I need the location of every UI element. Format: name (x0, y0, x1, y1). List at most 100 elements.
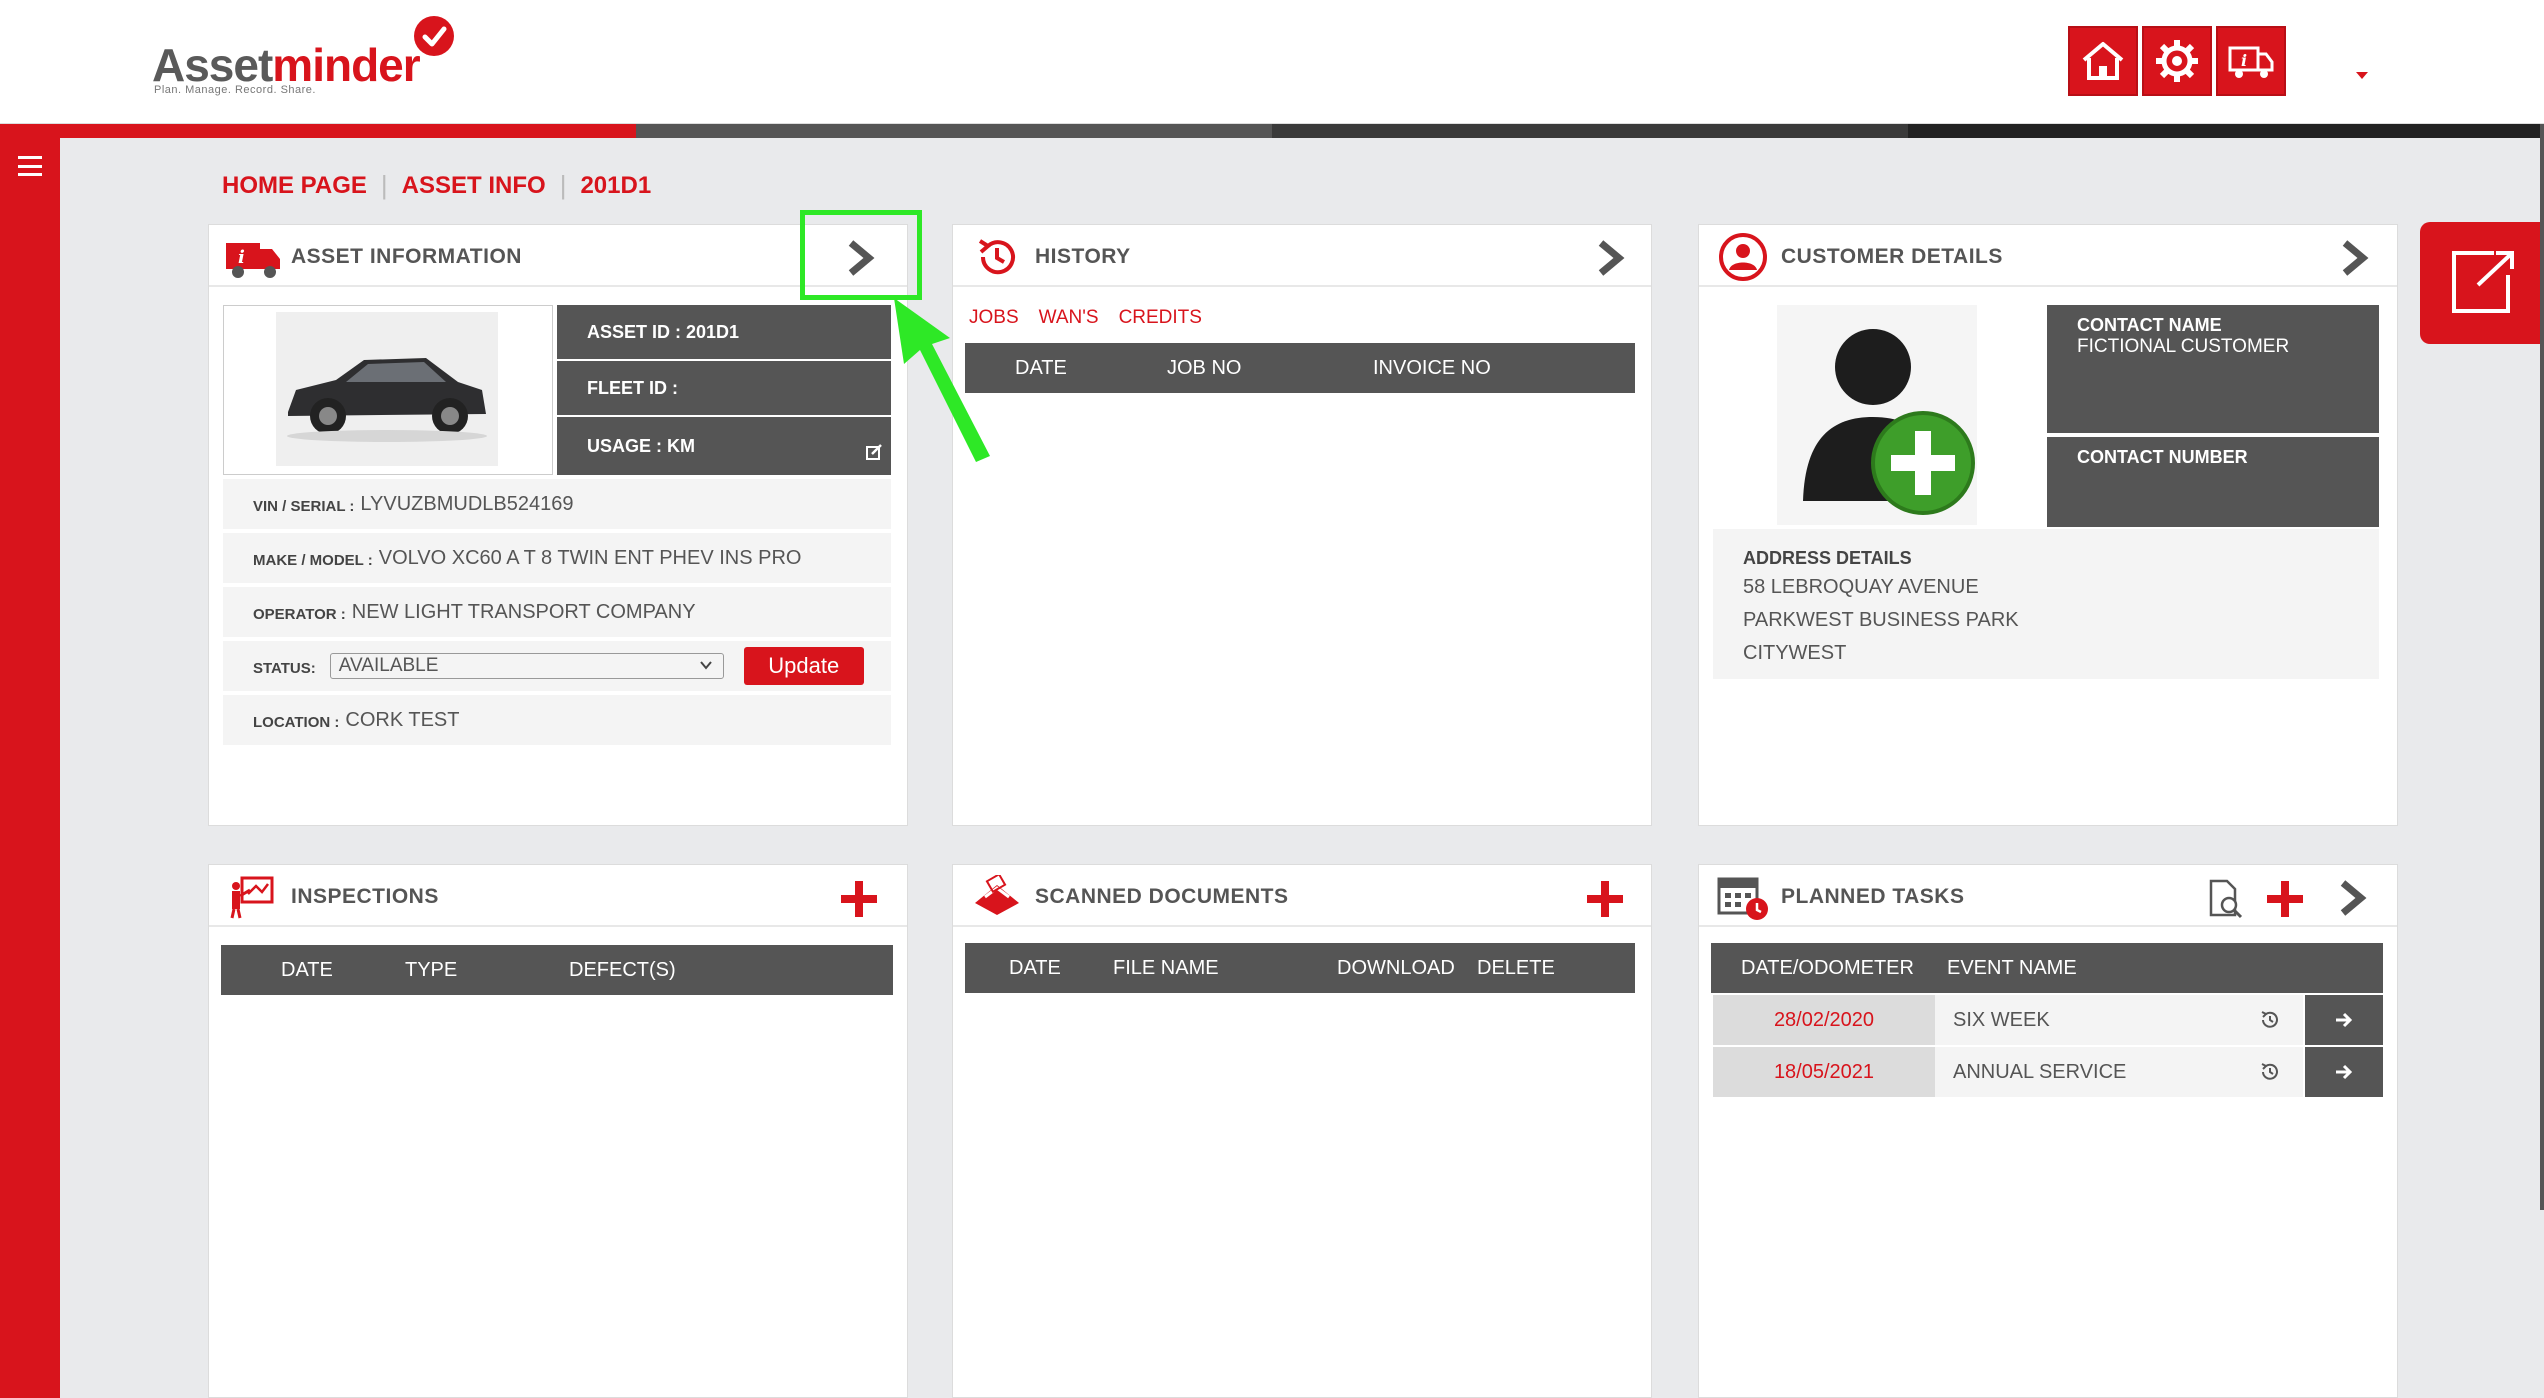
history-icon[interactable] (2259, 1009, 2281, 1031)
share-export-button[interactable] (2420, 222, 2544, 344)
usage-cell: USAGE : KM (557, 417, 891, 475)
panel-title: CUSTOMER DETAILS (1781, 245, 2003, 268)
operator-label: OPERATOR : (253, 605, 346, 623)
top-bar: Assetminder Plan. Manage. Record. Share.… (0, 0, 2544, 124)
chevron-right-icon[interactable] (1591, 239, 1629, 277)
make-value: VOLVO XC60 A T 8 TWIN ENT PHEV INS PRO (378, 546, 802, 569)
breadcrumb-separator: | (380, 170, 388, 200)
asset-information-panel: i ASSET INFORMATION ASSET ID : 201D1 FLE… (208, 224, 908, 826)
chevron-right-icon[interactable] (2335, 239, 2373, 277)
info-truck-icon[interactable]: i (2216, 26, 2286, 96)
vin-label: VIN / SERIAL : (253, 497, 355, 515)
update-button[interactable]: Update (743, 647, 864, 685)
sidebar (0, 138, 60, 1398)
usage: USAGE : KM (587, 436, 695, 456)
contact-name-cell: CONTACT NAME FICTIONAL CUSTOMER (2047, 305, 2379, 433)
panel-header: CUSTOMER DETAILS (1699, 225, 2397, 287)
panel-header: HISTORY (953, 225, 1651, 287)
vin-row: VIN / SERIAL : LYVUZBMUDLB524169 (223, 479, 891, 531)
status-value: AVAILABLE (338, 655, 439, 676)
column-header-date: DATE (281, 959, 333, 981)
highlight-box (800, 210, 922, 300)
planned-tasks-panel: PLANNED TASKS DATE/ODOMETER EVENT NAME 2… (1698, 864, 2398, 1398)
pointer-arrow-icon (894, 298, 990, 462)
table-row: 28/02/2020 SIX WEEK (1713, 995, 2383, 1045)
column-header-defects: DEFECT(S) (569, 959, 676, 981)
add-icon[interactable] (1585, 879, 1625, 919)
breadcrumb-home[interactable]: HOME PAGE (222, 172, 367, 200)
status-select[interactable]: AVAILABLE (329, 653, 724, 679)
add-icon[interactable] (2265, 879, 2305, 919)
address-label: ADDRESS DETAILS (1743, 548, 1912, 568)
inspections-table-header: DATE TYPE DEFECT(S) (221, 945, 893, 995)
arrow-right-icon[interactable] (2305, 1047, 2383, 1097)
task-event-name: ANNUAL SERVICE (1935, 1047, 2303, 1097)
arrow-right-icon[interactable] (2305, 995, 2383, 1045)
contact-name-value: FICTIONAL CUSTOMER (2077, 336, 2290, 357)
fleet-id-cell: FLEET ID : (557, 361, 891, 415)
settings-gear-icon[interactable] (2142, 26, 2212, 96)
scanned-documents-panel: SCANNED DOCUMENTS DATE FILE NAME DOWNLOA… (952, 864, 1652, 1398)
contact-number-label: CONTACT NUMBER (2077, 447, 2248, 467)
user-circle-icon (1713, 233, 1773, 281)
customer-avatar[interactable] (1713, 305, 2043, 525)
panel-title: HISTORY (1035, 245, 1131, 268)
column-header-date-odometer: DATE/ODOMETER (1741, 957, 1914, 979)
column-header-file-name: FILE NAME (1113, 957, 1219, 979)
hamburger-menu-icon[interactable] (18, 156, 42, 176)
search-document-icon[interactable] (2205, 877, 2245, 919)
column-header-job-no: JOB NO (1167, 357, 1242, 379)
checkmark-icon (414, 16, 454, 56)
asset-photo (223, 305, 553, 475)
inspection-board-icon (223, 873, 283, 921)
fleet-id: FLEET ID : (587, 378, 678, 398)
asset-id: ASSET ID : 201D1 (587, 322, 740, 342)
breadcrumb-asset-id[interactable]: 201D1 (580, 172, 651, 200)
column-header-date: DATE (1015, 357, 1067, 379)
task-event-label: SIX WEEK (1953, 1008, 2050, 1031)
column-header-delete: DELETE (1477, 957, 1555, 979)
documents-table-header: DATE FILE NAME DOWNLOAD DELETE (965, 943, 1635, 993)
make-label: MAKE / MODEL : (253, 551, 373, 569)
status-row: STATUS: AVAILABLE Update (223, 641, 891, 693)
assetminder-logo[interactable]: Assetminder Plan. Manage. Record. Share. (152, 16, 472, 106)
panel-title: ASSET INFORMATION (291, 245, 522, 268)
top-icon-bar: i (2068, 26, 2286, 96)
history-panel: HISTORY JOBS WAN'S CREDITS DATE JOB NO I… (952, 224, 1652, 826)
breadcrumb: HOME PAGE | ASSET INFO | 201D1 (222, 170, 651, 201)
breadcrumb-asset-info[interactable]: ASSET INFO (402, 172, 546, 200)
svg-text:i: i (238, 247, 245, 268)
scanner-icon (967, 873, 1027, 921)
table-row: 18/05/2021 ANNUAL SERVICE (1713, 1047, 2383, 1097)
history-icon[interactable] (2259, 1061, 2281, 1083)
tab-credits[interactable]: CREDITS (1119, 307, 1202, 329)
address-details: ADDRESS DETAILS 58 LEBROQUAY AVENUE PARK… (1713, 529, 2379, 679)
column-header-event-name: EVENT NAME (1947, 957, 2077, 979)
status-label: STATUS: (253, 659, 316, 677)
chevron-right-icon[interactable] (2333, 879, 2371, 917)
add-icon[interactable] (839, 879, 879, 919)
truck-icon: i (223, 233, 283, 281)
scrollbar[interactable] (2540, 124, 2544, 1210)
column-header-invoice-no: INVOICE NO (1373, 357, 1491, 379)
customer-details-panel: CUSTOMER DETAILS CONTACT NAME FICTIONAL … (1698, 224, 2398, 826)
task-date[interactable]: 18/05/2021 (1713, 1047, 1935, 1097)
operator-row: OPERATOR : NEW LIGHT TRANSPORT COMPANY (223, 587, 891, 639)
task-date[interactable]: 28/02/2020 (1713, 995, 1935, 1045)
contact-name-label: CONTACT NAME (2077, 315, 2222, 335)
tasks-table-header: DATE/ODOMETER EVENT NAME (1711, 943, 2383, 993)
panel-title: INSPECTIONS (291, 885, 439, 908)
home-icon[interactable] (2068, 26, 2138, 96)
logo-tagline: Plan. Manage. Record. Share. (154, 84, 316, 96)
address-line: PARKWEST BUSINESS PARK (1743, 609, 2019, 631)
chevron-down-icon (700, 661, 712, 670)
column-header-type: TYPE (405, 959, 458, 981)
tab-wans[interactable]: WAN'S (1039, 307, 1099, 329)
make-model-row: MAKE / MODEL : VOLVO XC60 A T 8 TWIN ENT… (223, 533, 891, 585)
address-line: CITYWEST (1743, 642, 1847, 664)
user-menu-caret-icon[interactable] (2356, 72, 2368, 79)
breadcrumb-separator: | (559, 170, 567, 200)
svg-text:i: i (2241, 51, 2247, 70)
operator-value: NEW LIGHT TRANSPORT COMPANY (351, 600, 696, 623)
contact-number-cell: CONTACT NUMBER (2047, 437, 2379, 527)
